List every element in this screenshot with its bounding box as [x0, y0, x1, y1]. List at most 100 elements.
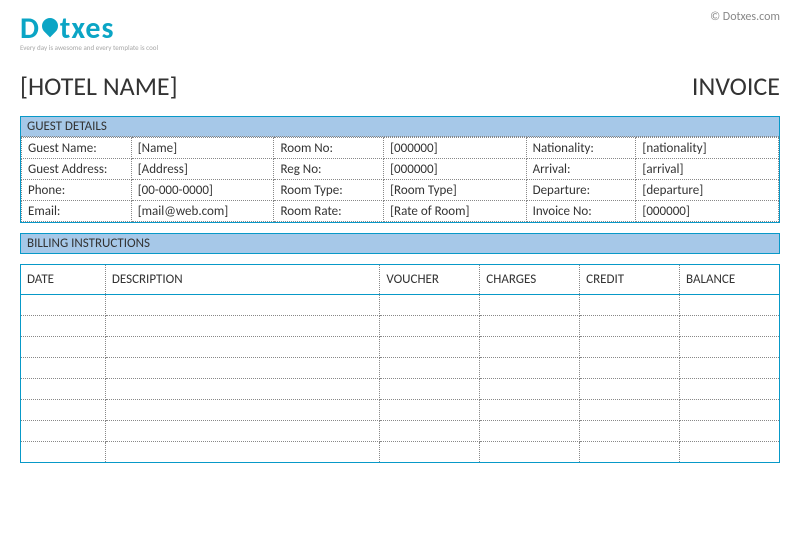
- col-date: DATE: [21, 265, 106, 295]
- billing-cell: [380, 295, 480, 316]
- field-label: Guest Address:: [22, 159, 132, 180]
- field-label: Room Rate:: [274, 201, 384, 222]
- billing-cell: [480, 379, 580, 400]
- billing-cell: [580, 442, 680, 463]
- billing-cell: [580, 358, 680, 379]
- field-label: Departure:: [526, 180, 636, 201]
- field-value: [departure]: [636, 180, 779, 201]
- billing-row: [21, 379, 780, 400]
- field-value: [mail@web.com]: [131, 201, 274, 222]
- field-value: [000000]: [384, 138, 527, 159]
- guest-details-header: GUEST DETAILS: [21, 117, 779, 137]
- billing-cell: [21, 442, 106, 463]
- billing-cell: [480, 358, 580, 379]
- col-balance: BALANCE: [680, 265, 780, 295]
- copyright: © Dotxes.com: [710, 10, 780, 24]
- billing-cell: [480, 442, 580, 463]
- billing-cell: [680, 358, 780, 379]
- field-label: Reg No:: [274, 159, 384, 180]
- billing-cell: [21, 358, 106, 379]
- billing-cell: [105, 295, 380, 316]
- billing-row: [21, 442, 780, 463]
- billing-cell: [680, 337, 780, 358]
- guest-row: Guest Address:[Address]Reg No:[000000]Ar…: [22, 159, 779, 180]
- billing-cell: [480, 316, 580, 337]
- billing-instructions-section: BILLING INSTRUCTIONS: [20, 233, 780, 254]
- billing-cell: [380, 316, 480, 337]
- field-label: Invoice No:: [526, 201, 636, 222]
- field-value: [Room Type]: [384, 180, 527, 201]
- billing-cell: [480, 295, 580, 316]
- billing-cell: [21, 421, 106, 442]
- billing-cell: [580, 400, 680, 421]
- billing-cell: [105, 358, 380, 379]
- billing-cell: [21, 316, 106, 337]
- field-label: Room No:: [274, 138, 384, 159]
- invoice-label: INVOICE: [692, 70, 780, 102]
- billing-cell: [105, 316, 380, 337]
- billing-cell: [21, 337, 106, 358]
- field-value: [000000]: [636, 201, 779, 222]
- billing-row: [21, 421, 780, 442]
- billing-cell: [105, 379, 380, 400]
- field-value: [Address]: [131, 159, 274, 180]
- hotel-name: [HOTEL NAME]: [20, 70, 178, 102]
- field-value: [nationality]: [636, 138, 779, 159]
- col-credit: CREDIT: [580, 265, 680, 295]
- guest-row: Guest Name:[Name]Room No:[000000]Nationa…: [22, 138, 779, 159]
- logo-tagline: Every day is awesome and every template …: [20, 43, 158, 52]
- billing-cell: [580, 316, 680, 337]
- billing-cell: [105, 400, 380, 421]
- logo-text-left: D: [20, 10, 40, 47]
- field-value: [Rate of Room]: [384, 201, 527, 222]
- billing-row: [21, 400, 780, 421]
- billing-row: [21, 337, 780, 358]
- billing-cell: [380, 400, 480, 421]
- col-description: DESCRIPTION: [105, 265, 380, 295]
- billing-cell: [105, 421, 380, 442]
- field-label: Room Type:: [274, 180, 384, 201]
- billing-cell: [380, 421, 480, 442]
- pin-icon: [39, 14, 62, 37]
- billing-cell: [680, 295, 780, 316]
- billing-cell: [580, 337, 680, 358]
- billing-cell: [580, 379, 680, 400]
- guest-details-section: GUEST DETAILS Guest Name:[Name]Room No:[…: [20, 116, 780, 223]
- title-row: [HOTEL NAME] INVOICE: [20, 70, 780, 102]
- billing-cell: [580, 295, 680, 316]
- billing-cell: [680, 400, 780, 421]
- billing-cell: [380, 379, 480, 400]
- field-label: Guest Name:: [22, 138, 132, 159]
- guest-row: Email:[mail@web.com]Room Rate:[Rate of R…: [22, 201, 779, 222]
- billing-cell: [21, 295, 106, 316]
- field-label: Arrival:: [526, 159, 636, 180]
- billing-cell: [480, 337, 580, 358]
- guest-details-table: Guest Name:[Name]Room No:[000000]Nationa…: [21, 137, 779, 222]
- field-value: [00-000-0000]: [131, 180, 274, 201]
- billing-instructions-header: BILLING INSTRUCTIONS: [21, 234, 779, 253]
- billing-cell: [480, 421, 580, 442]
- logo-main: D txes: [20, 10, 158, 47]
- billing-row: [21, 295, 780, 316]
- logo-row: D txes Every day is awesome and every te…: [20, 10, 780, 52]
- col-charges: CHARGES: [480, 265, 580, 295]
- billing-cell: [380, 337, 480, 358]
- field-value: [arrival]: [636, 159, 779, 180]
- billing-table: DATE DESCRIPTION VOUCHER CHARGES CREDIT …: [20, 264, 780, 463]
- billing-cell: [680, 421, 780, 442]
- logo-text-right: txes: [60, 10, 115, 47]
- billing-cell: [21, 379, 106, 400]
- guest-row: Phone:[00-000-0000]Room Type:[Room Type]…: [22, 180, 779, 201]
- col-voucher: VOUCHER: [380, 265, 480, 295]
- logo: D txes Every day is awesome and every te…: [20, 10, 158, 52]
- billing-cell: [380, 442, 480, 463]
- billing-cell: [480, 400, 580, 421]
- field-value: [000000]: [384, 159, 527, 180]
- field-label: Nationality:: [526, 138, 636, 159]
- billing-cell: [21, 400, 106, 421]
- billing-cell: [105, 337, 380, 358]
- billing-cell: [580, 421, 680, 442]
- field-label: Email:: [22, 201, 132, 222]
- field-label: Phone:: [22, 180, 132, 201]
- field-value: [Name]: [131, 138, 274, 159]
